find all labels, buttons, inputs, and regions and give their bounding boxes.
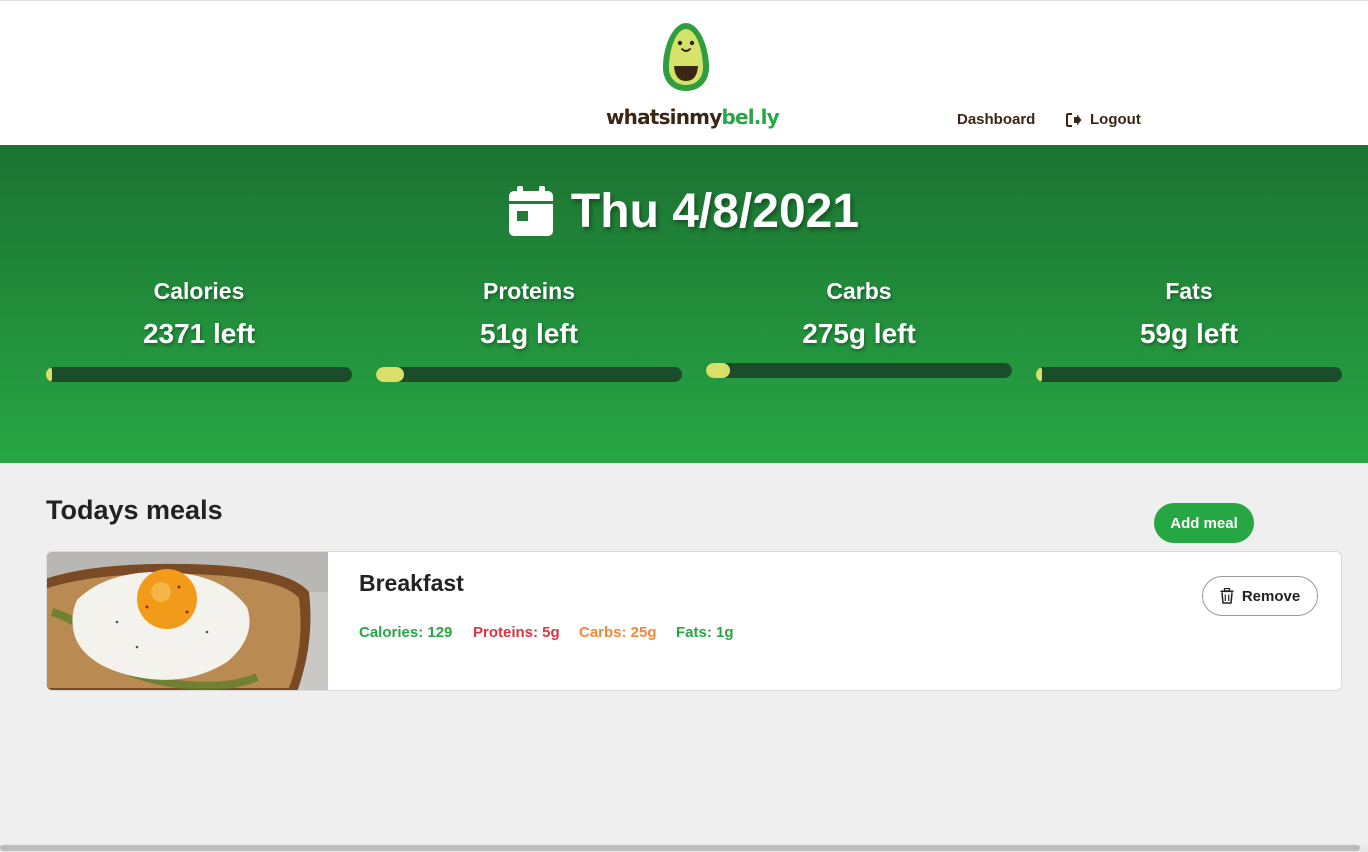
meal-carbs: Carbs: 25g	[579, 624, 657, 641]
macro-calories: Calories 2371 left	[46, 277, 352, 382]
progress-fill	[706, 363, 731, 378]
nav-dashboard-link[interactable]: Dashboard	[957, 111, 1035, 128]
meal-photo	[47, 552, 328, 690]
macro-remaining: 51g left	[479, 318, 579, 349]
meal-fats: Fats: 1g	[676, 624, 734, 641]
macro-progress-bar	[706, 363, 1012, 378]
trash-icon	[1220, 588, 1234, 604]
avocado-icon	[662, 23, 710, 91]
remove-label: Remove	[1241, 587, 1301, 605]
meal-name: Breakfast	[359, 570, 464, 596]
add-meal-button[interactable]: Add meal	[1154, 503, 1254, 543]
daily-summary-hero: Thu 4/8/2021 Calories 2371 left Proteins…	[0, 145, 1368, 463]
fried-egg-toast-image	[47, 552, 328, 690]
macro-remaining: 275g left	[802, 318, 916, 349]
macro-remaining: 59g left	[1139, 318, 1239, 349]
progress-fill	[46, 367, 53, 382]
top-header: whatsinmybel.ly Dashboard Logout	[0, 0, 1368, 145]
date-heading: Thu 4/8/2021	[0, 183, 1368, 239]
sign-out-icon	[1066, 112, 1082, 127]
macro-label: Carbs	[826, 278, 892, 304]
macro-label: Fats	[1165, 278, 1213, 304]
calendar-icon	[508, 186, 553, 236]
remove-meal-button[interactable]: Remove	[1202, 576, 1318, 616]
meal-card: Breakfast Calories: 129 Proteins: 5g Car…	[46, 551, 1342, 691]
logout-label: Logout	[1090, 111, 1141, 128]
scrollbar-thumb[interactable]	[0, 845, 1360, 851]
macro-carbs: Carbs 275g left	[706, 277, 1012, 378]
meal-proteins: Proteins: 5g	[473, 624, 560, 641]
logo-text-part1: whatsinmy	[606, 105, 722, 129]
horizontal-scrollbar[interactable]	[0, 844, 1368, 852]
page-title: Todays meals	[46, 495, 223, 525]
logo-text-part2: bel.ly	[721, 105, 779, 129]
progress-fill	[1036, 367, 1043, 382]
macro-label: Proteins	[482, 278, 576, 304]
macro-progress-bar	[46, 367, 352, 382]
macro-proteins: Proteins 51g left	[376, 277, 682, 382]
current-date: Thu 4/8/2021	[570, 184, 860, 238]
logo-wordmark: whatsinmybel.ly	[606, 105, 780, 129]
macro-remaining: 2371 left	[142, 318, 256, 349]
progress-fill	[376, 367, 404, 382]
macro-fats: Fats 59g left	[1036, 277, 1342, 382]
nav-logout-link[interactable]: Logout	[1066, 111, 1141, 128]
macro-label: Calories	[153, 278, 245, 304]
meal-calories: Calories: 129	[359, 624, 453, 641]
macro-progress-bar	[376, 367, 682, 382]
site-logo[interactable]: whatsinmybel.ly	[606, 19, 780, 131]
macro-progress-bar	[1036, 367, 1342, 382]
